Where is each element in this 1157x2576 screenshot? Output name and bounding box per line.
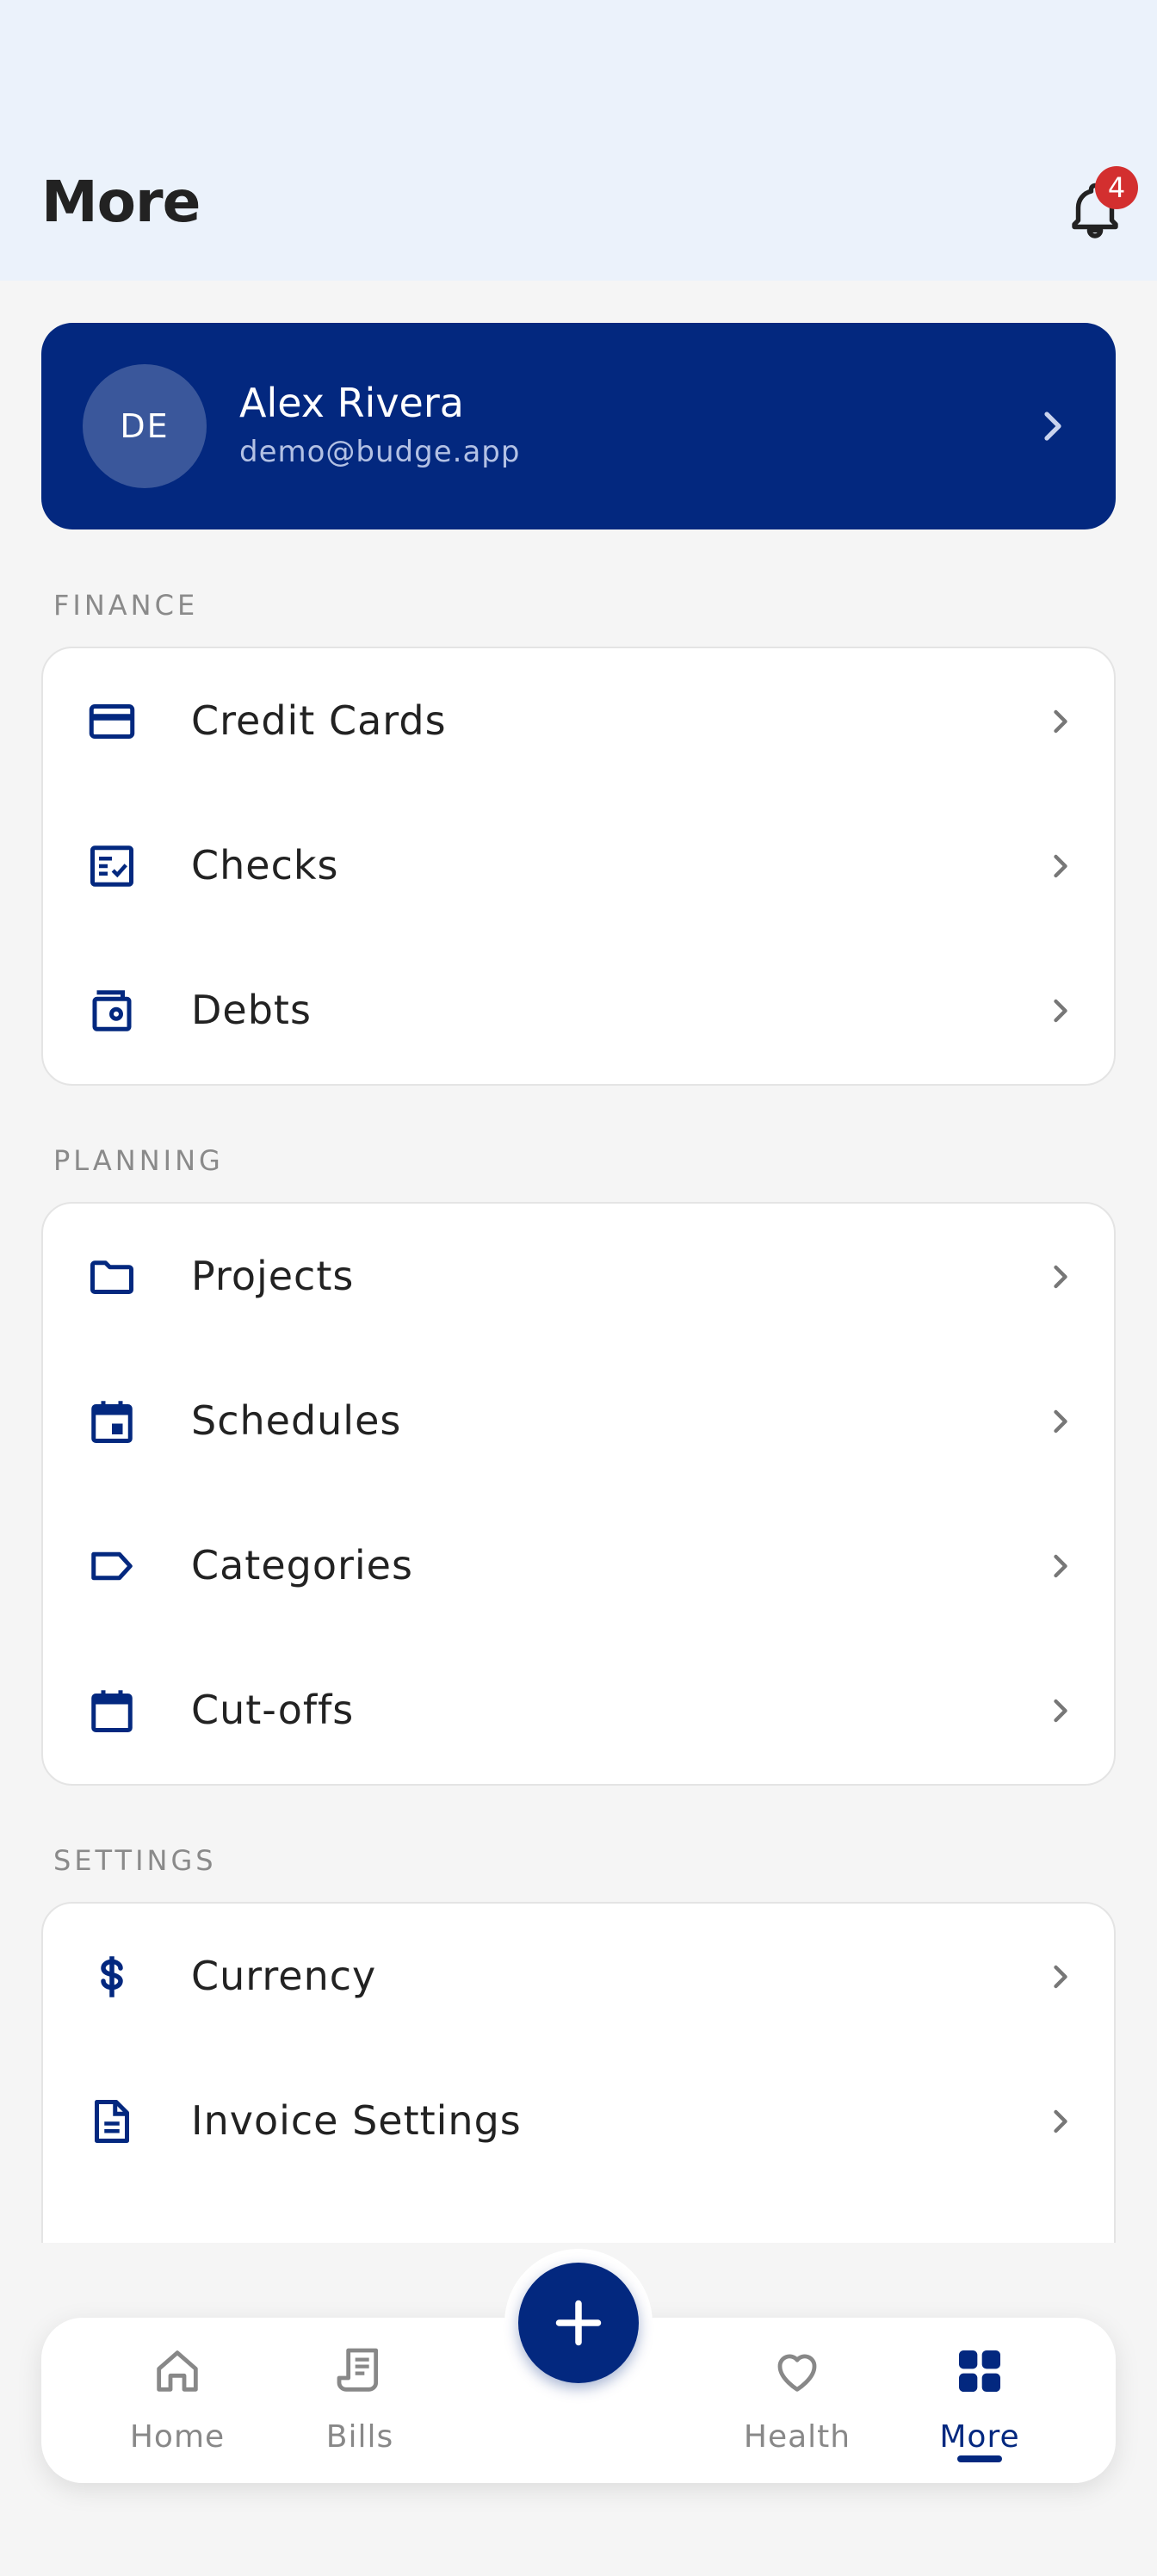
nav-bills[interactable]: Bills bbox=[274, 2318, 446, 2483]
menu-item-credit-cards[interactable]: Credit Cards bbox=[43, 649, 1114, 794]
chevron-right-icon bbox=[1054, 1965, 1067, 1989]
chevron-right-icon bbox=[1054, 1699, 1067, 1723]
active-indicator bbox=[957, 2455, 1002, 2462]
document-icon bbox=[95, 2100, 129, 2143]
nav-label-bills: Bills bbox=[325, 2419, 394, 2455]
section-label-settings: SETTINGS bbox=[53, 1844, 217, 1877]
calendar-icon bbox=[91, 1690, 133, 1732]
section-label-planning: PLANNING bbox=[53, 1144, 224, 1177]
chevron-right-icon bbox=[1054, 999, 1067, 1023]
dollar-icon bbox=[101, 1956, 123, 1997]
menu-item-currency[interactable]: Currency bbox=[43, 1904, 1114, 2049]
menu-item-label: Currency bbox=[191, 1953, 377, 1999]
chevron-right-icon bbox=[1054, 1554, 1067, 1578]
nav-label-home: Home bbox=[129, 2419, 226, 2455]
credit-card-icon bbox=[89, 704, 135, 739]
heart-icon bbox=[777, 2354, 817, 2392]
calendar-event-icon bbox=[91, 1401, 133, 1443]
finance-card: Credit Cards Checks Debts bbox=[41, 647, 1116, 1086]
profile-email: demo@budge.app bbox=[239, 435, 521, 469]
nav-health[interactable]: Health bbox=[711, 2318, 883, 2483]
folder-icon bbox=[90, 1260, 133, 1294]
chevron-right-icon bbox=[1054, 2109, 1067, 2133]
nav-label-more: More bbox=[939, 2419, 1020, 2455]
profile-name: Alex Rivera bbox=[239, 380, 464, 426]
wallet-icon bbox=[92, 990, 132, 1031]
menu-item-label: Checks bbox=[191, 842, 339, 889]
chevron-right-icon bbox=[1054, 709, 1067, 734]
menu-item-label: Debts bbox=[191, 987, 312, 1033]
chevron-right-icon bbox=[1044, 412, 1061, 441]
menu-item-schedules[interactable]: Schedules bbox=[43, 1349, 1114, 1494]
chevron-right-icon bbox=[1054, 854, 1067, 878]
menu-item-label: Cut-offs bbox=[191, 1687, 355, 1733]
chevron-right-icon bbox=[1054, 1409, 1067, 1434]
receipt-icon bbox=[337, 2348, 379, 2392]
chevron-right-icon bbox=[1054, 1265, 1067, 1289]
menu-item-categories[interactable]: Categories bbox=[43, 1494, 1114, 1638]
menu-item-debts[interactable]: Debts bbox=[43, 938, 1114, 1083]
menu-item-label: Invoice Settings bbox=[191, 2097, 522, 2144]
menu-item-projects[interactable]: Projects bbox=[43, 1204, 1114, 1349]
menu-item-invoice-settings[interactable]: Invoice Settings bbox=[43, 2049, 1114, 2194]
nav-home[interactable]: Home bbox=[91, 2318, 263, 2483]
top-bar bbox=[0, 0, 1157, 281]
menu-item-cut-offs[interactable]: Cut-offs bbox=[43, 1638, 1114, 1783]
menu-item-label: Schedules bbox=[191, 1397, 402, 1444]
home-icon bbox=[157, 2350, 198, 2392]
checklist-icon bbox=[90, 845, 133, 887]
nav-label-health: Health bbox=[743, 2419, 851, 2455]
section-label-finance: FINANCE bbox=[53, 589, 199, 622]
menu-item-label: Credit Cards bbox=[191, 697, 447, 744]
menu-item-label: Categories bbox=[191, 1542, 413, 1588]
notification-badge: 4 bbox=[1095, 166, 1138, 209]
menu-item-label: Projects bbox=[191, 1253, 355, 1299]
page-title: More bbox=[41, 169, 201, 235]
tag-icon bbox=[91, 1551, 133, 1581]
menu-item-checks[interactable]: Checks bbox=[43, 794, 1114, 938]
grid-icon bbox=[959, 2350, 1000, 2392]
plus-icon bbox=[555, 2300, 602, 2346]
planning-card: Projects Schedules Categories Cut-offs bbox=[41, 1202, 1116, 1786]
add-button[interactable] bbox=[518, 2263, 639, 2383]
avatar: DE bbox=[83, 364, 207, 488]
nav-more[interactable]: More bbox=[894, 2318, 1066, 2483]
profile-card[interactable]: DE Alex Rivera demo@budge.app bbox=[41, 323, 1116, 529]
